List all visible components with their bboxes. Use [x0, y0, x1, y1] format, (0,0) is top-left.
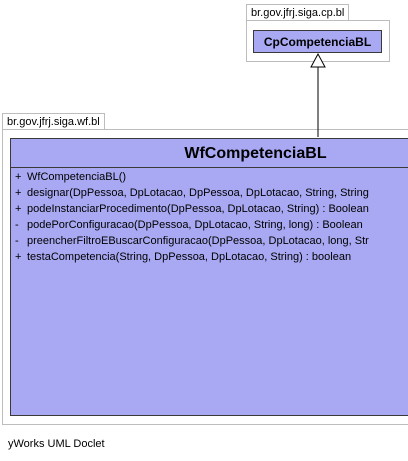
generalization-arrowhead	[310, 52, 326, 68]
footer-text: yWorks UML Doclet	[8, 438, 105, 450]
generalization-arrow	[310, 52, 326, 137]
